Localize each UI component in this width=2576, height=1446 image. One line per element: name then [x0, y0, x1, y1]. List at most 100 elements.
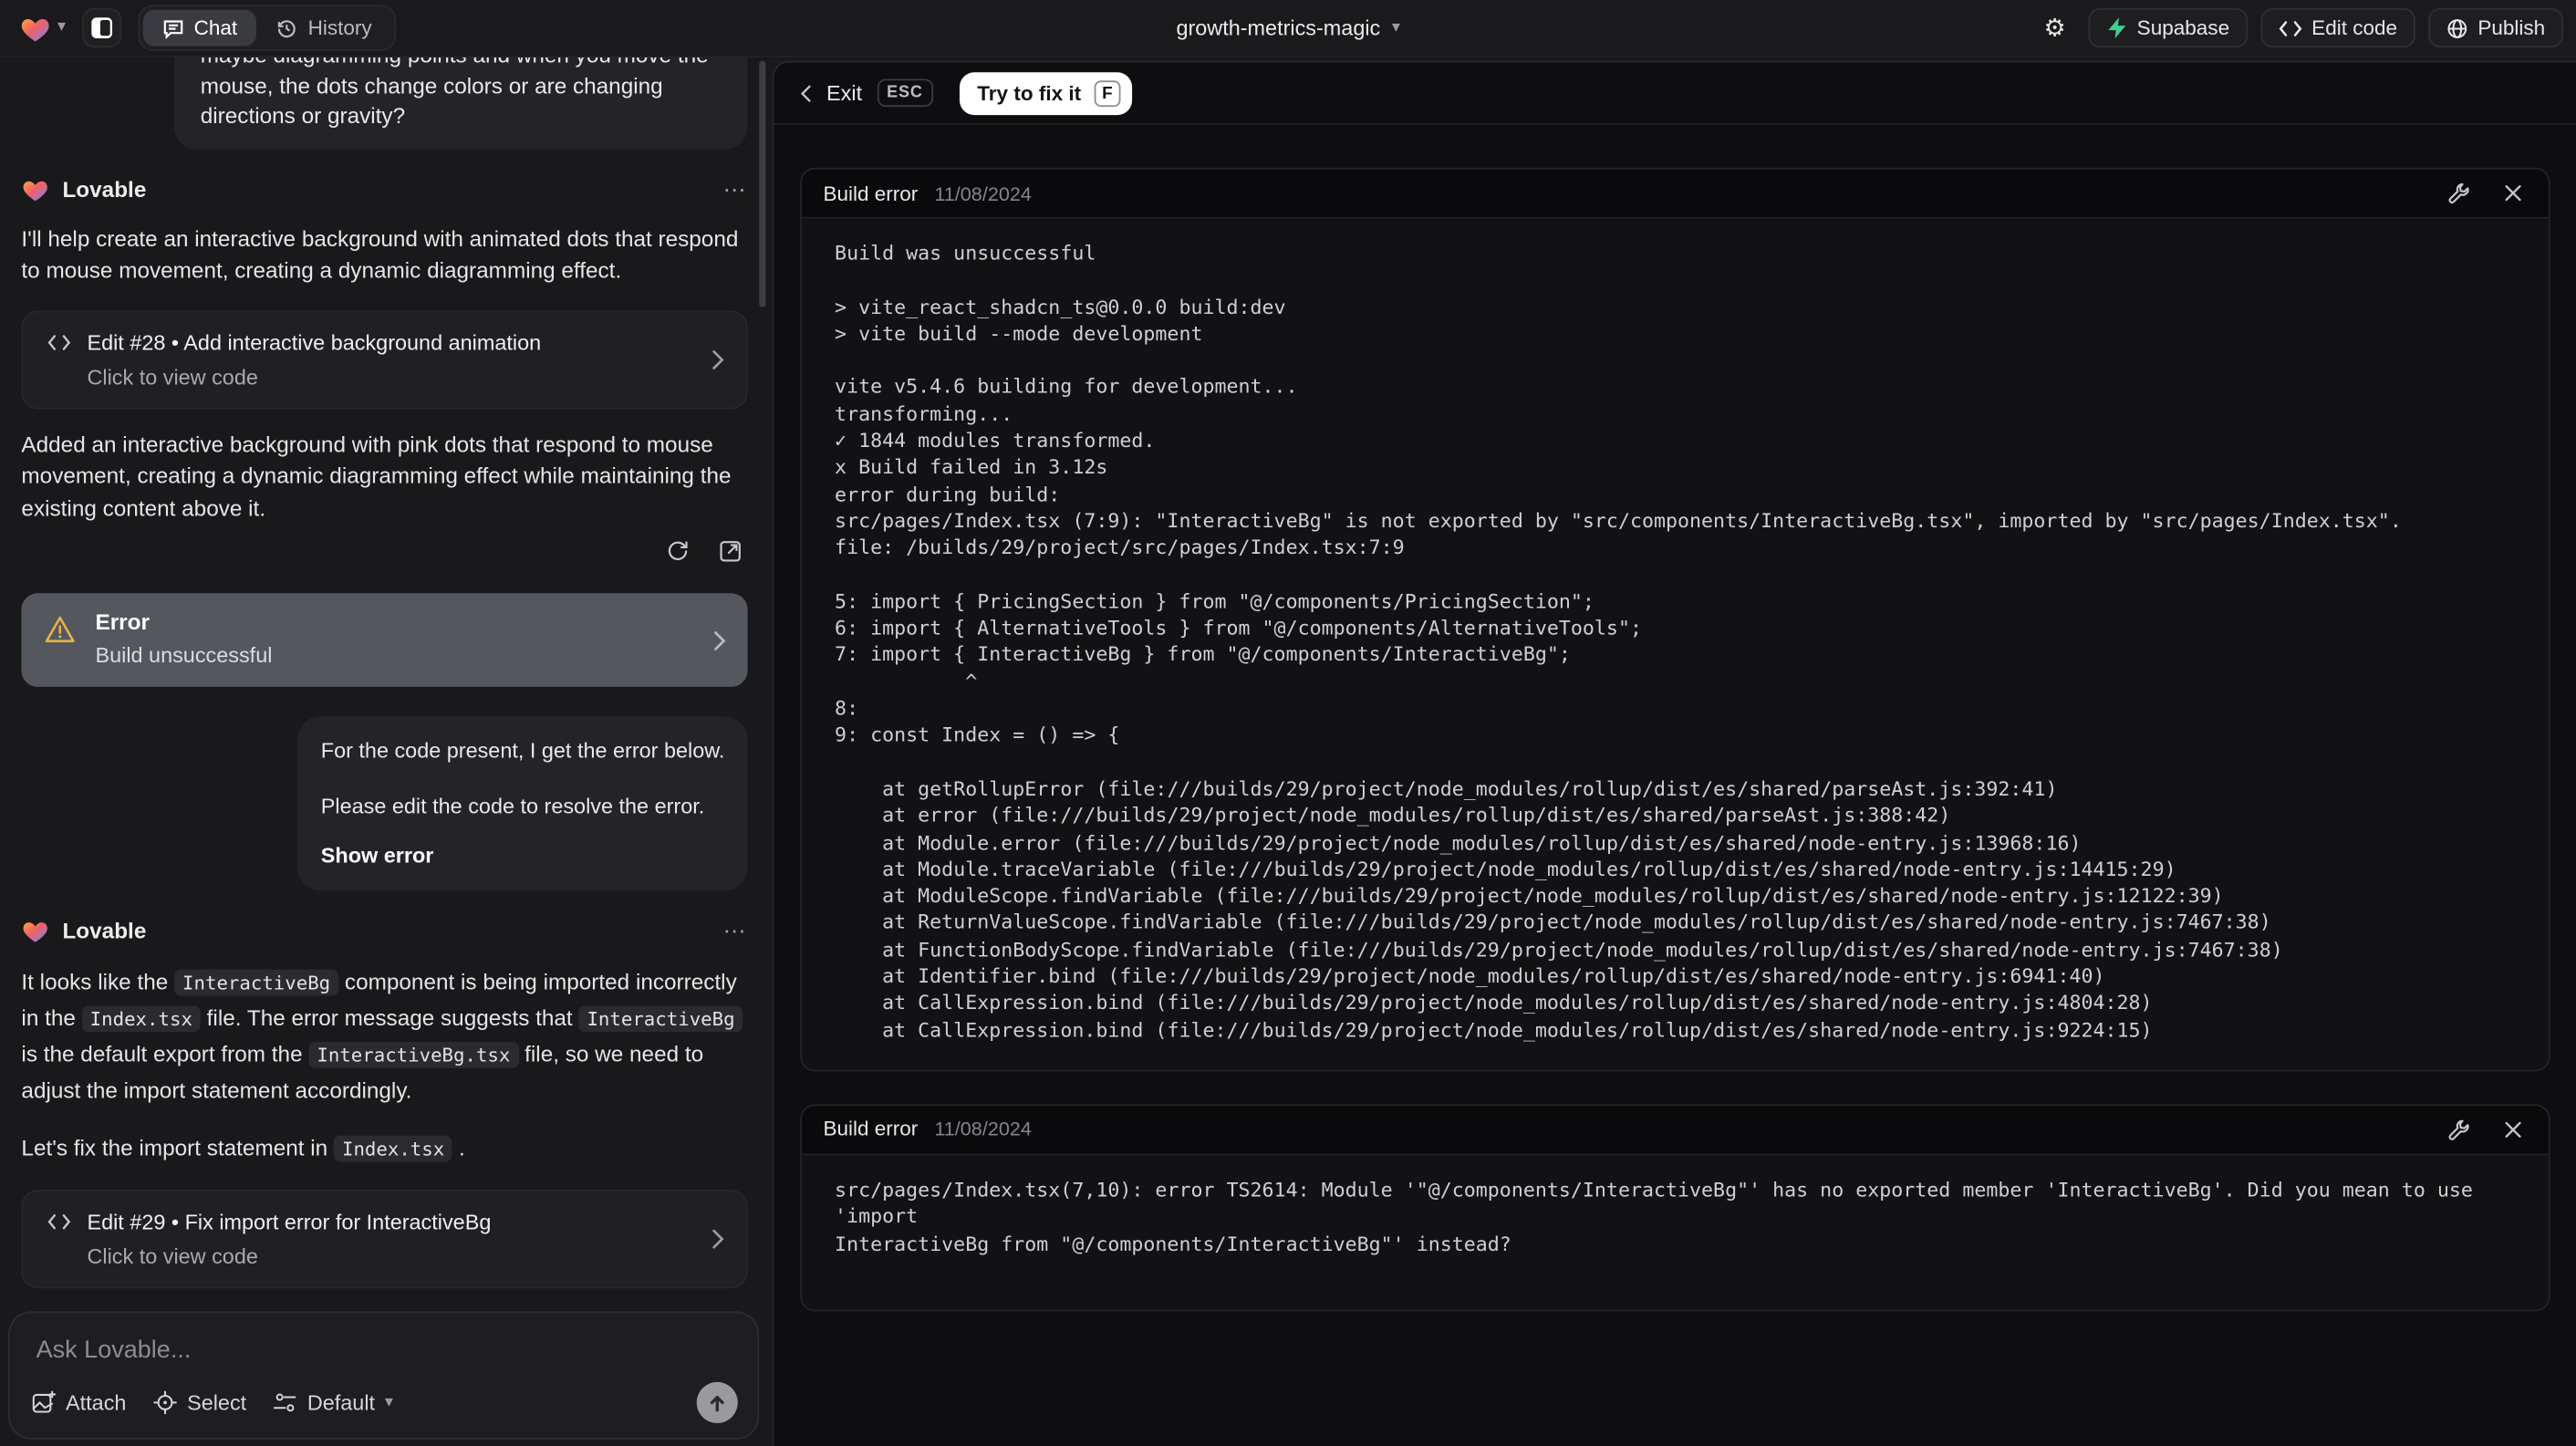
project-title: growth-metrics-magic	[1176, 16, 1381, 41]
show-error-link[interactable]: Show error	[321, 841, 725, 870]
fix-wrench-button[interactable]	[2444, 1115, 2473, 1144]
select-button[interactable]: Select	[152, 1390, 246, 1415]
select-label: Select	[187, 1389, 247, 1415]
try-to-fix-label: Try to fix it	[977, 81, 1082, 105]
user-message-line: Please edit the code to resolve the erro…	[320, 794, 705, 819]
attach-label: Attach	[66, 1389, 127, 1415]
attach-image-icon	[32, 1390, 57, 1413]
edit-card-29[interactable]: Edit #29 • Fix import error for Interact…	[21, 1190, 748, 1289]
user-message: For the code present, I get the error be…	[297, 716, 748, 891]
refresh-icon	[667, 540, 687, 560]
arrow-up-icon	[710, 1395, 724, 1411]
app-window: ▾ Chat History growth-metrics-magic ▾ ⚙ …	[0, 0, 2576, 1446]
user-message: maybe diagramming points and when you mo…	[173, 57, 748, 150]
assistant-text: Added an interactive background with pin…	[21, 431, 732, 521]
exit-label: Exit	[826, 80, 863, 106]
assistant-paragraph: I'll help create an interactive backgrou…	[21, 223, 747, 286]
inline-code: InteractiveBg	[578, 1005, 743, 1033]
user-message-line: For the code present, I get the error be…	[320, 737, 725, 763]
try-to-fix-button[interactable]: Try to fix it F	[959, 71, 1132, 115]
assistant-paragraph: It looks like the InteractiveBg componen…	[21, 964, 747, 1108]
message-action-icons	[21, 534, 747, 567]
panel-title: Build error	[823, 182, 919, 205]
edit-card-title-row: Edit #28 • Add interactive background an…	[46, 329, 722, 354]
inline-code: Index.tsx	[81, 1005, 201, 1033]
mode-label: Default	[306, 1389, 376, 1415]
edit-card-subtitle: Click to view code	[87, 1243, 258, 1269]
send-button[interactable]	[696, 1381, 738, 1423]
inline-code: InteractiveBg.tsx	[308, 1042, 519, 1068]
view-tab-group: Chat History	[138, 5, 397, 51]
mode-dropdown[interactable]: Default ▾	[273, 1390, 393, 1415]
assistant-text: is the default export from the	[21, 1042, 309, 1067]
inline-code: Index.tsx	[333, 1135, 453, 1162]
assistant-text: It looks like the	[21, 969, 175, 994]
restore-button[interactable]	[660, 534, 693, 567]
build-error-log: Build was unsuccessful > vite_react_shad…	[835, 241, 2402, 1042]
warning-triangle-icon	[45, 616, 75, 642]
lovable-logo-menu[interactable]: ▾	[20, 14, 66, 42]
edit-card-title: Edit #29 • Fix import error for Interact…	[87, 1209, 492, 1234]
user-message-text: maybe diagramming points and when you mo…	[200, 57, 709, 129]
edit-card-28[interactable]: Edit #28 • Add interactive background an…	[21, 309, 748, 409]
message-more-button[interactable]: ⋯	[723, 917, 748, 945]
error-card[interactable]: Error Build unsuccessful	[21, 593, 748, 687]
f-key-badge: F	[1094, 79, 1121, 107]
code-icon	[47, 1214, 71, 1230]
preview-toolbar: Exit ESC Try to fix it F	[774, 62, 2576, 125]
supabase-button[interactable]: Supabase	[2087, 8, 2248, 48]
close-icon	[2504, 1121, 2520, 1138]
chevron-down-icon: ▾	[57, 17, 67, 36]
code-icon	[47, 334, 71, 349]
chat-composer: Attach Select Default ▾	[8, 1311, 760, 1440]
error-card-title: Error	[95, 609, 150, 635]
chat-input[interactable]	[33, 1332, 735, 1376]
chevron-left-icon	[800, 84, 811, 101]
assistant-paragraph: Let's fix the import statement in Index.…	[21, 1130, 747, 1167]
edit-code-button[interactable]: Edit code	[2260, 8, 2415, 48]
attach-button[interactable]: Attach	[31, 1390, 126, 1415]
wrench-icon	[2447, 1119, 2468, 1140]
tab-history-label: History	[307, 16, 372, 40]
build-error-panel-1: Build error 11/08/2024 Build was unsucce…	[800, 167, 2550, 1072]
close-panel-button[interactable]	[2498, 1115, 2527, 1144]
close-panel-button[interactable]	[2498, 178, 2527, 207]
composer-toolbar: Attach Select Default ▾	[31, 1381, 738, 1423]
assistant-header: Lovable ⋯	[21, 175, 747, 203]
lovable-heart-icon	[21, 18, 49, 41]
publish-button[interactable]: Publish	[2428, 8, 2563, 48]
fix-wrench-button[interactable]	[2444, 178, 2473, 207]
project-switcher[interactable]: growth-metrics-magic ▾	[1176, 16, 1399, 40]
sliders-icon	[273, 1393, 296, 1412]
chevron-down-icon: ▾	[1391, 17, 1400, 36]
edit-card-title-row: Edit #29 • Fix import error for Interact…	[46, 1210, 722, 1234]
open-preview-button[interactable]	[713, 534, 746, 567]
assistant-header: Lovable ⋯	[21, 917, 747, 945]
tab-chat-label: Chat	[193, 16, 238, 40]
chat-message-list: maybe diagramming points and when you mo…	[0, 57, 773, 1302]
tab-chat[interactable]: Chat	[142, 9, 257, 47]
assistant-name: Lovable	[62, 918, 147, 943]
supabase-label: Supabase	[2136, 16, 2230, 40]
sidebar-toggle-button[interactable]	[82, 8, 122, 48]
assistant-text: Let's fix the import statement in	[21, 1135, 334, 1160]
chevron-right-icon	[712, 348, 724, 369]
message-more-button[interactable]: ⋯	[723, 175, 748, 203]
exit-button[interactable]: Exit ESC	[800, 78, 933, 108]
preview-pane: Exit ESC Try to fix it F Build error 11/…	[772, 60, 2576, 1446]
settings-button[interactable]: ⚙	[2035, 8, 2074, 47]
build-error-panel-2: Build error 11/08/2024 src/pages/Index.t…	[800, 1104, 2550, 1312]
lovable-heart-icon	[23, 922, 47, 942]
chat-sidebar: maybe diagramming points and when you mo…	[0, 57, 773, 1446]
error-card-texts: Error Build unsuccessful	[95, 609, 272, 667]
chevron-right-icon	[712, 1228, 724, 1249]
top-bar-actions: ⚙ Supabase Edit code Publish	[2035, 8, 2563, 48]
publish-label: Publish	[2477, 16, 2546, 40]
tab-history[interactable]: History	[257, 10, 392, 47]
panel-left-icon	[91, 17, 113, 38]
panel-date: 11/08/2024	[934, 1118, 1032, 1141]
chat-scrollbar[interactable]	[759, 60, 766, 307]
lovable-heart-icon	[23, 180, 47, 201]
chevron-down-icon: ▾	[384, 1392, 393, 1411]
assistant-text: I'll help create an interactive backgrou…	[21, 225, 739, 283]
